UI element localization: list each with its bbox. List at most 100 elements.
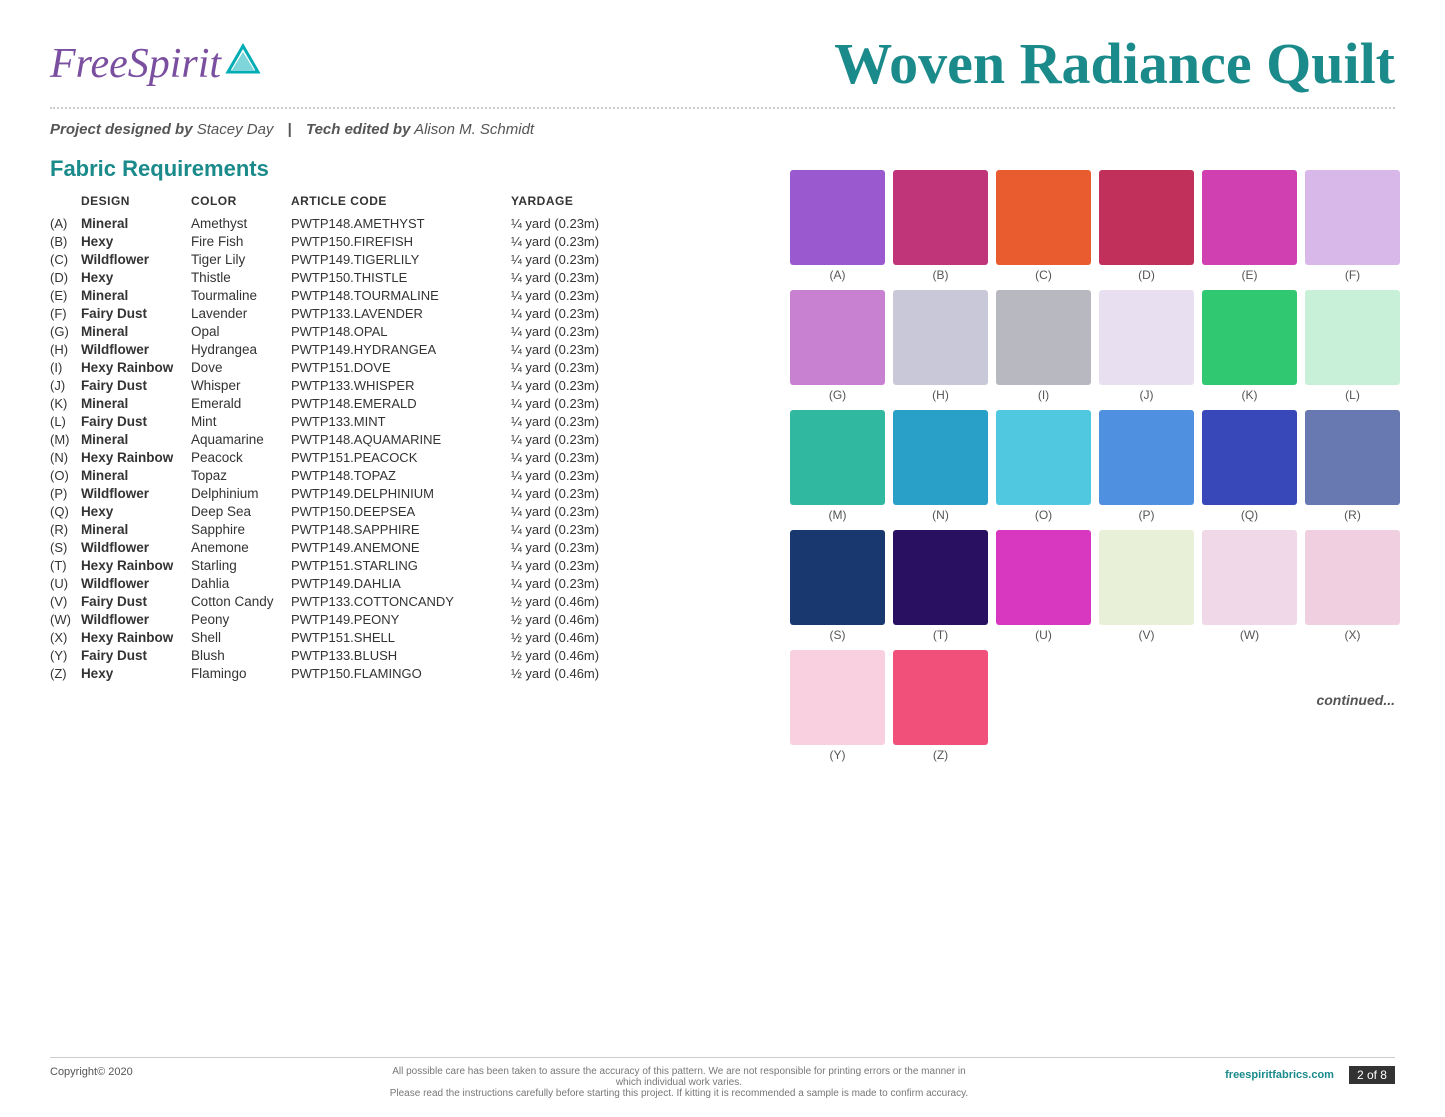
swatch-box [996,410,1091,505]
row-letter: (Y) [50,646,81,664]
row-design: Fairy Dust [81,646,191,664]
row-letter: (R) [50,520,81,538]
swatch-label: (A) [830,268,846,282]
swatch-item: (A) [790,170,885,282]
row-yardage: ½ yard (0.46m) [511,610,641,628]
table-row: (P) Wildflower Delphinium PWTP149.DELPHI… [50,484,641,502]
row-article: PWTP149.ANEMONE [291,538,511,556]
row-letter: (H) [50,340,81,358]
row-color: Tourmaline [191,286,291,304]
row-yardage: ¼ yard (0.23m) [511,340,641,358]
swatch-item: (K) [1202,290,1297,402]
swatch-label: (D) [1138,268,1155,282]
row-color: Opal [191,322,291,340]
row-article: PWTP133.MINT [291,412,511,430]
row-letter: (I) [50,358,81,376]
row-letter: (S) [50,538,81,556]
row-article: PWTP133.WHISPER [291,376,511,394]
swatch-box [790,650,885,745]
row-design: Hexy [81,502,191,520]
swatch-item: (F) [1305,170,1400,282]
swatch-label: (N) [932,508,949,522]
swatch-row: (G) (H) (I) (J) (K) (L) [790,290,1400,402]
row-article: PWTP133.COTTONCANDY [291,592,511,610]
swatch-label: (V) [1139,628,1155,642]
table-row: (C) Wildflower Tiger Lily PWTP149.TIGERL… [50,250,641,268]
table-row: (T) Hexy Rainbow Starling PWTP151.STARLI… [50,556,641,574]
logo-icon [224,42,262,80]
row-yardage: ¼ yard (0.23m) [511,448,641,466]
table-row: (B) Hexy Fire Fish PWTP150.FIREFISH ¼ ya… [50,232,641,250]
table-row: (X) Hexy Rainbow Shell PWTP151.SHELL ½ y… [50,628,641,646]
swatch-box [790,290,885,385]
row-article: PWTP150.FIREFISH [291,232,511,250]
swatch-item: (R) [1305,410,1400,522]
row-letter: (D) [50,268,81,286]
row-yardage: ¼ yard (0.23m) [511,268,641,286]
swatch-box [996,530,1091,625]
swatch-box [893,170,988,265]
swatch-item: (B) [893,170,988,282]
swatch-box [1099,290,1194,385]
row-article: PWTP148.OPAL [291,322,511,340]
row-article: PWTP150.DEEPSEA [291,502,511,520]
row-article: PWTP149.HYDRANGEA [291,340,511,358]
swatch-box [996,170,1091,265]
row-letter: (U) [50,574,81,592]
swatch-label: (G) [829,388,846,402]
footer-copyright: Copyright© 2020 [50,1066,133,1078]
row-article: PWTP149.PEONY [291,610,511,628]
row-letter: (F) [50,304,81,322]
row-article: PWTP150.THISTLE [291,268,511,286]
swatch-label: (K) [1242,388,1258,402]
row-letter: (T) [50,556,81,574]
row-letter: (O) [50,466,81,484]
row-design: Hexy Rainbow [81,556,191,574]
row-letter: (E) [50,286,81,304]
swatch-label: (I) [1038,388,1049,402]
row-letter: (W) [50,610,81,628]
swatch-label: (F) [1345,268,1360,282]
swatch-section: (A) (B) (C) (D) (E) (F) (G) (H) (I) (J [790,170,1400,770]
swatch-label: (M) [829,508,847,522]
swatch-row: (Y) (Z) [790,650,1400,762]
swatch-box [1099,410,1194,505]
row-article: PWTP149.TIGERLILY [291,250,511,268]
row-yardage: ½ yard (0.46m) [511,592,641,610]
row-yardage: ¼ yard (0.23m) [511,412,641,430]
page-title: Woven Radiance Quilt [834,30,1395,97]
swatch-item: (C) [996,170,1091,282]
table-row: (V) Fairy Dust Cotton Candy PWTP133.COTT… [50,592,641,610]
subtitle: Project designed by Stacey Day | Tech ed… [50,121,1395,138]
row-design: Hexy [81,268,191,286]
row-yardage: ¼ yard (0.23m) [511,322,641,340]
row-design: Mineral [81,430,191,448]
footer-disclaimer: All possible care has been taken to assu… [379,1066,979,1099]
swatch-box [996,290,1091,385]
row-color: Dahlia [191,574,291,592]
table-row: (Z) Hexy Flamingo PWTP150.FLAMINGO ½ yar… [50,664,641,682]
row-design: Wildflower [81,538,191,556]
row-article: PWTP148.TOPAZ [291,466,511,484]
swatch-box [1305,290,1400,385]
row-color: Mint [191,412,291,430]
row-letter: (X) [50,628,81,646]
tech-label: Tech edited by [306,121,410,138]
footer-right: freespiritfabrics.com 2 of 8 [1225,1066,1395,1084]
swatch-item: (Z) [893,650,988,762]
table-row: (O) Mineral Topaz PWTP148.TOPAZ ¼ yard (… [50,466,641,484]
table-row: (S) Wildflower Anemone PWTP149.ANEMONE ¼… [50,538,641,556]
row-article: PWTP148.SAPPHIRE [291,520,511,538]
row-yardage: ¼ yard (0.23m) [511,232,641,250]
row-color: Delphinium [191,484,291,502]
swatch-label: (S) [830,628,846,642]
footer-page-number: 2 of 8 [1349,1066,1395,1084]
row-letter: (L) [50,412,81,430]
row-yardage: ¼ yard (0.23m) [511,466,641,484]
row-yardage: ¼ yard (0.23m) [511,358,641,376]
table-row: (G) Mineral Opal PWTP148.OPAL ¼ yard (0.… [50,322,641,340]
row-color: Topaz [191,466,291,484]
swatch-box [1202,170,1297,265]
row-color: Lavender [191,304,291,322]
row-article: PWTP151.SHELL [291,628,511,646]
